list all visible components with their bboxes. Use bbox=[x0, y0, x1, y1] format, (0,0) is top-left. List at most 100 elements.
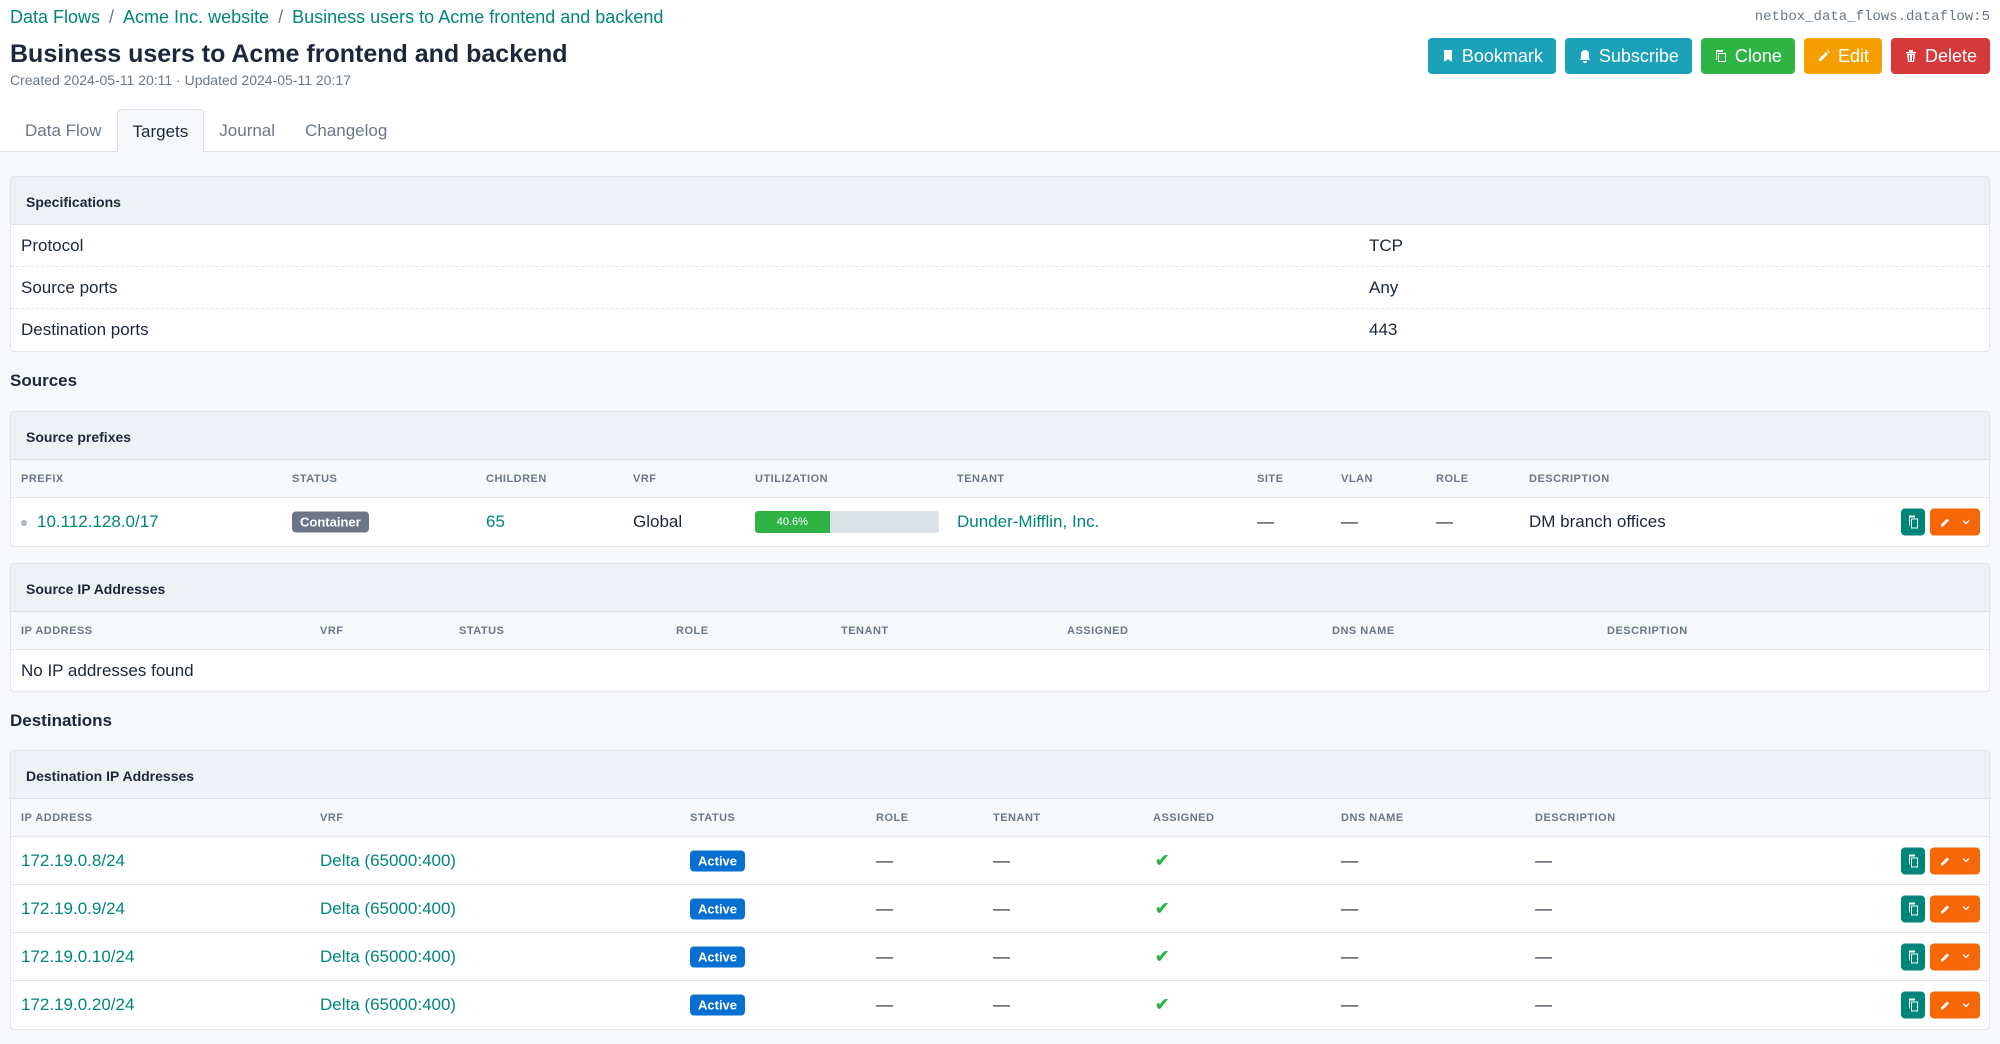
col-dns-name[interactable]: DNS NAME bbox=[1332, 625, 1395, 637]
site-cell: — bbox=[1257, 512, 1274, 531]
edit-dropdown-button[interactable] bbox=[1930, 943, 1980, 970]
col-vrf[interactable]: VRF bbox=[633, 473, 657, 485]
vrf-link[interactable]: Delta (65000:400) bbox=[320, 899, 456, 918]
ip-address-link[interactable]: 172.19.0.8/24 bbox=[21, 851, 125, 870]
copy-icon bbox=[1908, 515, 1918, 529]
description-cell: — bbox=[1535, 946, 1552, 966]
col-role[interactable]: ROLE bbox=[1436, 473, 1469, 485]
object-identifier: netbox_data_flows.dataflow:5 bbox=[1754, 9, 1990, 25]
col-vlan[interactable]: VLAN bbox=[1341, 473, 1373, 485]
col-assigned[interactable]: ASSIGNED bbox=[1067, 625, 1128, 637]
col-dns-name[interactable]: DNS NAME bbox=[1341, 812, 1404, 824]
col-vrf[interactable]: VRF bbox=[320, 625, 344, 637]
spec-value: 443 bbox=[1369, 320, 1398, 339]
col-tenant[interactable]: TENANT bbox=[993, 812, 1041, 824]
col-prefix[interactable]: PREFIX bbox=[21, 473, 64, 485]
copy-button[interactable] bbox=[1901, 991, 1925, 1019]
delete-button[interactable]: Delete bbox=[1890, 38, 1990, 74]
vrf-link[interactable]: Delta (65000:400) bbox=[320, 995, 456, 1014]
prefix-link[interactable]: 10.112.128.0/17 bbox=[37, 512, 159, 531]
edit-dropdown-button[interactable] bbox=[1930, 847, 1980, 874]
col-ip-address[interactable]: IP ADDRESS bbox=[21, 812, 93, 824]
breadcrumb-current[interactable]: Business users to Acme frontend and back… bbox=[292, 7, 663, 27]
breadcrumb-data-flows[interactable]: Data Flows bbox=[10, 7, 100, 27]
col-status[interactable]: STATUS bbox=[459, 625, 504, 637]
edit-dropdown-button[interactable] bbox=[1930, 895, 1980, 922]
depth-dot-icon bbox=[21, 519, 27, 526]
edit-dropdown-button[interactable] bbox=[1930, 508, 1980, 536]
clone-button[interactable]: Clone bbox=[1700, 38, 1795, 74]
copy-button[interactable] bbox=[1901, 847, 1925, 874]
col-status[interactable]: STATUS bbox=[690, 812, 735, 824]
col-role[interactable]: ROLE bbox=[876, 812, 909, 824]
check-icon: ✔ bbox=[1155, 898, 1170, 918]
copy-button[interactable] bbox=[1901, 943, 1925, 970]
breadcrumb-separator: / bbox=[109, 7, 115, 27]
ip-address-link[interactable]: 172.19.0.10/24 bbox=[21, 947, 134, 966]
col-description[interactable]: DESCRIPTION bbox=[1607, 625, 1688, 637]
children-link[interactable]: 65 bbox=[486, 512, 505, 531]
tab-data-flow[interactable]: Data Flow bbox=[10, 109, 117, 153]
tenant-cell: — bbox=[993, 946, 1010, 966]
col-utilization[interactable]: UTILIZATION bbox=[755, 473, 828, 485]
card-title: Source IP Addresses bbox=[11, 564, 1989, 612]
spec-key: Protocol bbox=[21, 235, 84, 255]
col-ip-address[interactable]: IP ADDRESS bbox=[21, 625, 93, 637]
tab-journal[interactable]: Journal bbox=[204, 109, 290, 153]
page-title: Business users to Acme frontend and back… bbox=[10, 40, 568, 68]
card-title: Specifications bbox=[11, 177, 1989, 225]
col-description[interactable]: DESCRIPTION bbox=[1529, 473, 1610, 485]
tab-targets[interactable]: Targets bbox=[116, 109, 205, 153]
card-title: Source prefixes bbox=[11, 412, 1989, 460]
edit-button[interactable]: Edit bbox=[1803, 38, 1882, 74]
action-buttons: Bookmark Subscribe Clone Edit Delete bbox=[1427, 38, 1990, 74]
spec-value: TCP bbox=[1369, 235, 1403, 255]
copy-icon bbox=[1908, 998, 1918, 1012]
col-children[interactable]: CHILDREN bbox=[486, 473, 547, 485]
col-tenant[interactable]: TENANT bbox=[841, 625, 889, 637]
col-status[interactable]: STATUS bbox=[292, 473, 337, 485]
clone-label: Clone bbox=[1734, 45, 1782, 66]
vrf-cell: Global bbox=[633, 512, 683, 531]
col-vrf[interactable]: VRF bbox=[320, 812, 344, 824]
spec-row-source-ports: Source ports Any bbox=[11, 267, 1989, 309]
col-tenant[interactable]: TENANT bbox=[957, 473, 1005, 485]
col-role[interactable]: ROLE bbox=[676, 625, 709, 637]
spec-value: Any bbox=[1369, 277, 1399, 297]
vlan-cell: — bbox=[1341, 512, 1358, 531]
edit-dropdown-button[interactable] bbox=[1930, 991, 1980, 1019]
empty-row: No IP addresses found bbox=[11, 650, 1989, 691]
tenant-link[interactable]: Dunder-Mifflin, Inc. bbox=[957, 512, 1099, 531]
copy-button[interactable] bbox=[1901, 508, 1925, 536]
row-actions bbox=[1901, 991, 1980, 1019]
spec-row-destination-ports: Destination ports 443 bbox=[11, 309, 1989, 351]
tenant-cell: — bbox=[993, 898, 1010, 918]
tab-changelog[interactable]: Changelog bbox=[290, 109, 402, 153]
copy-icon bbox=[1908, 902, 1918, 915]
utilization-bar: 40.6% bbox=[755, 511, 939, 533]
col-site[interactable]: SITE bbox=[1257, 473, 1283, 485]
copy-icon bbox=[1908, 854, 1918, 867]
vrf-link[interactable]: Delta (65000:400) bbox=[320, 851, 456, 870]
specifications-card: Specifications Protocol TCP Source ports A… bbox=[10, 176, 1990, 352]
vrf-link[interactable]: Delta (65000:400) bbox=[320, 947, 456, 966]
bookmark-button[interactable]: Bookmark bbox=[1427, 38, 1556, 74]
subscribe-button[interactable]: Subscribe bbox=[1564, 38, 1692, 74]
breadcrumb-acme-website[interactable]: Acme Inc. website bbox=[123, 7, 269, 27]
spec-key: Destination ports bbox=[21, 320, 149, 339]
check-icon: ✔ bbox=[1155, 946, 1170, 966]
col-assigned[interactable]: ASSIGNED bbox=[1153, 812, 1214, 824]
copy-button[interactable] bbox=[1901, 895, 1925, 922]
chevron-down-icon bbox=[1962, 954, 1970, 959]
ip-address-link[interactable]: 172.19.0.9/24 bbox=[21, 899, 125, 918]
col-description[interactable]: DESCRIPTION bbox=[1535, 812, 1616, 824]
pencil-icon bbox=[1818, 50, 1830, 61]
edit-label: Edit bbox=[1837, 45, 1869, 66]
pencil-icon bbox=[1940, 518, 1949, 527]
status-badge: Active bbox=[690, 898, 746, 919]
source-ip-addresses-card: Source IP Addresses IP ADDRESS VRF STATU… bbox=[10, 563, 1990, 692]
breadcrumb-separator: / bbox=[278, 7, 284, 27]
role-cell: — bbox=[1436, 512, 1453, 531]
ip-address-link[interactable]: 172.19.0.20/24 bbox=[21, 995, 134, 1014]
destination-ip-addresses-card: Destination IP Addresses IP ADDRESS VRF … bbox=[10, 750, 1990, 1030]
